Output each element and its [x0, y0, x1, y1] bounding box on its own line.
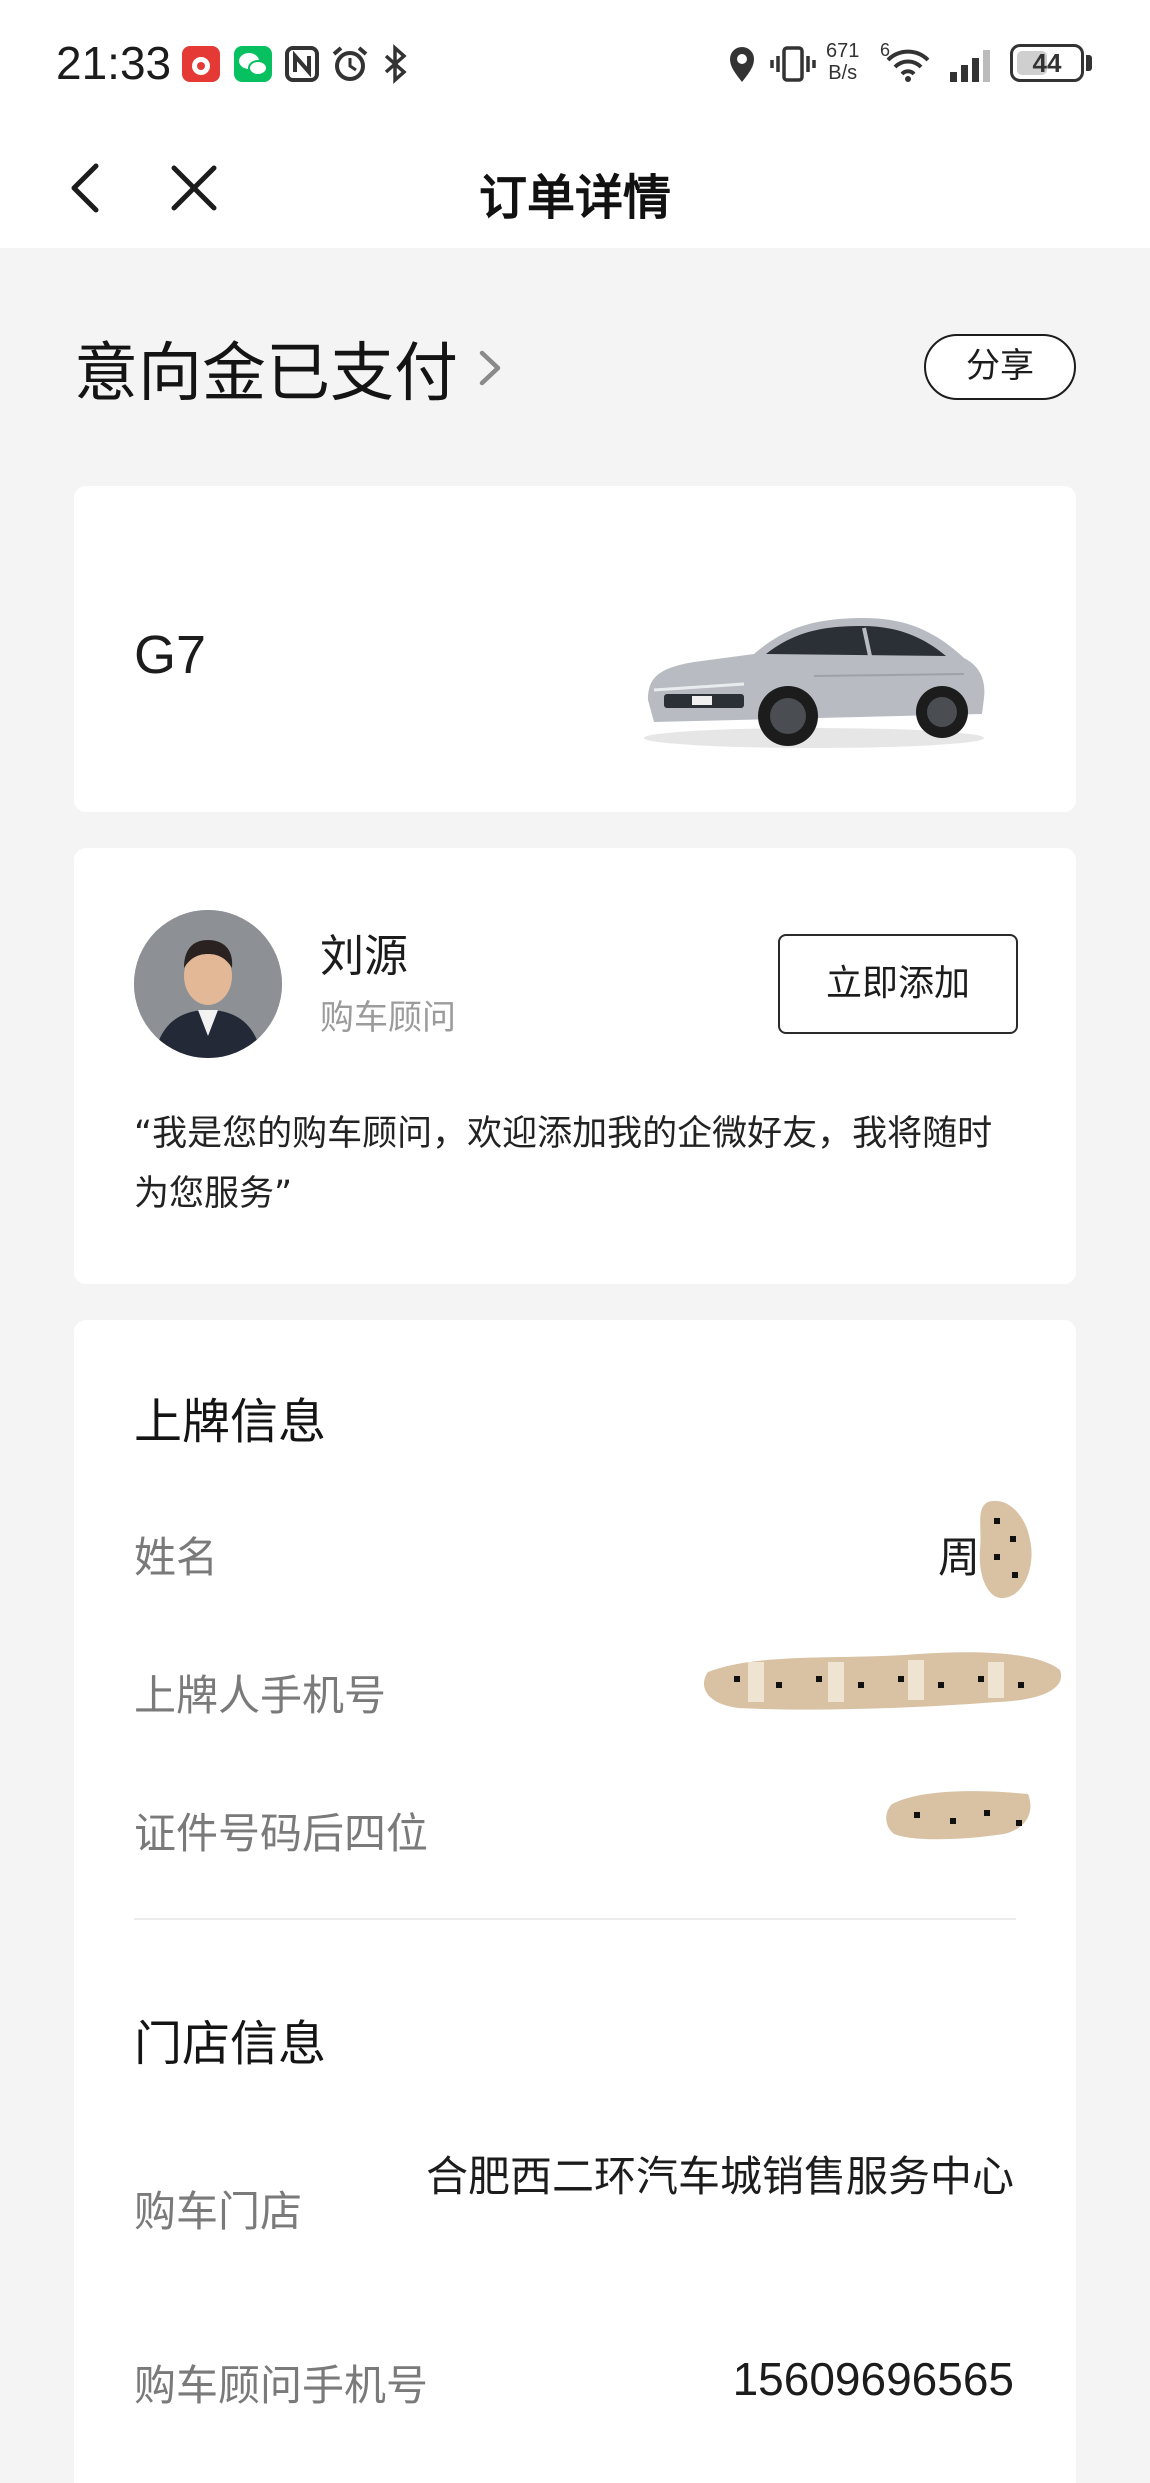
- battery-icon: 44: [1010, 44, 1084, 82]
- battery-tip: [1086, 55, 1092, 71]
- net-speed: 671 B/s: [826, 40, 859, 84]
- status-time: 21:33: [56, 37, 172, 89]
- battery-level: 44: [1032, 48, 1062, 78]
- advisor-card: 刘源 购车顾问 立即添加 “我是您的购车顾问，欢迎添加我的企微好友，我将随时为您…: [74, 848, 1076, 1284]
- avatar: [134, 910, 282, 1058]
- bluetooth-icon: [384, 44, 407, 84]
- store-title: 门店信息: [134, 2016, 327, 2072]
- car-image: [644, 618, 985, 748]
- advisor-phone-value[interactable]: 15609696565: [733, 2352, 1014, 2406]
- order-status-link[interactable]: 意向金已支付: [74, 322, 508, 414]
- advisor-name: 刘源: [320, 931, 408, 982]
- advisor-photo: [134, 910, 282, 1058]
- add-advisor-button[interactable]: 立即添加: [778, 934, 1018, 1034]
- nav-bar: 订单详情: [0, 130, 1150, 248]
- redaction-mask: [886, 1791, 1031, 1840]
- share-button[interactable]: 分享: [924, 334, 1076, 400]
- alarm-icon: [332, 46, 368, 81]
- chevron-right-icon: [479, 350, 501, 386]
- car-model: G7: [134, 625, 207, 685]
- wifi-icon: [886, 49, 930, 82]
- redaction-mask: [703, 1652, 1062, 1710]
- registration-title: 上牌信息: [134, 1394, 327, 1450]
- info-card: 上牌信息 姓名 周 上牌人手机号 证件号码后四位 门店信息 购车门店 合肥西二环…: [74, 1320, 1076, 2483]
- store-label: 购车门店: [134, 2187, 303, 2236]
- divider: [134, 1918, 1016, 1920]
- phone-label: 上牌人手机号: [134, 1671, 387, 1720]
- order-status-label: 意向金已支付: [74, 337, 458, 411]
- cellular-signal-icon: [950, 50, 990, 82]
- name-label: 姓名: [134, 1533, 219, 1582]
- status-bar: 21:33 671 B/s 6 44: [0, 0, 1150, 130]
- wechat-icon: [234, 46, 272, 82]
- net-speed-unit: B/s: [828, 62, 858, 84]
- app-notification-icon: [182, 46, 220, 82]
- advisor-quote: “我是您的购车顾问，欢迎添加我的企微好友，我将随时为您服务”: [134, 1114, 993, 1214]
- advisor-role: 购车顾问: [320, 998, 456, 1038]
- car-card[interactable]: G7: [74, 486, 1076, 812]
- redaction-mask: [979, 1500, 1032, 1599]
- net-speed-value: 671: [826, 40, 860, 62]
- advisor-phone-label: 购车顾问手机号: [134, 2361, 429, 2410]
- store-value: 合肥西二环汽车城销售服务中心: [425, 2152, 1014, 2201]
- vibrate-icon: [770, 46, 816, 82]
- location-icon: [730, 47, 754, 82]
- page-title: 订单详情: [478, 170, 671, 226]
- id-label: 证件号码后四位: [134, 1809, 429, 1858]
- nfc-icon: [285, 46, 319, 82]
